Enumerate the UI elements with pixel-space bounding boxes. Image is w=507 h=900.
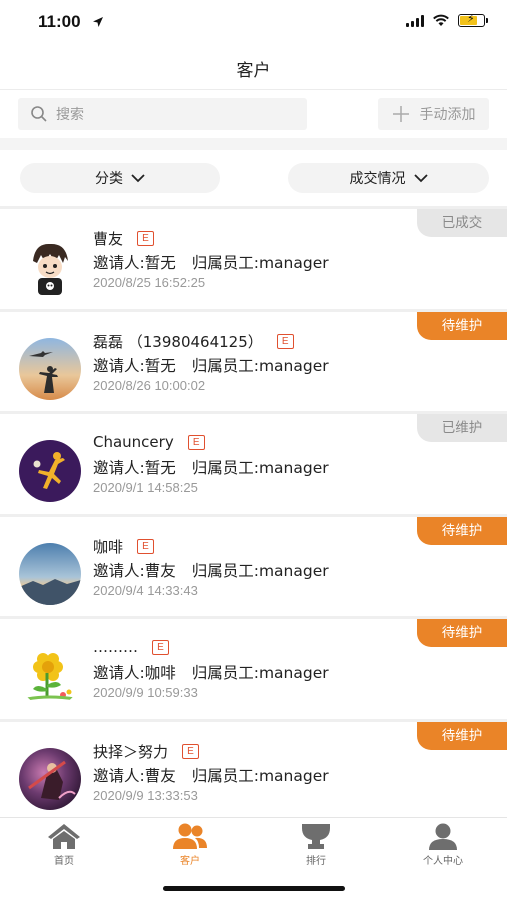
customer-time: 2020/9/9 10:59:33 <box>93 685 198 700</box>
location-arrow-icon <box>93 17 103 27</box>
customer-row[interactable]: Chauncery E 邀请人:暂无 归属员工:manager 2020/9/1 … <box>0 411 507 514</box>
customer-info: 邀请人:暂无 归属员工:manager <box>93 456 329 478</box>
staff-text: 归属员工:manager <box>191 561 329 580</box>
customer-time: 2020/8/26 10:00:02 <box>93 377 206 393</box>
tab-profile[interactable]: 个人中心 <box>398 822 488 867</box>
deal-status-filter[interactable]: 成交情况 <box>288 163 489 193</box>
customer-info: 邀请人:曹友 归属员工:manager <box>93 559 329 581</box>
customer-row[interactable]: 咖啡 E 邀请人:曹友 归属员工:manager 2020/9/4 14:33:4… <box>0 513 507 616</box>
status-badge: 待维护 <box>417 311 507 340</box>
level-badge: E <box>137 538 155 554</box>
customer-name: 曹友 <box>93 230 124 248</box>
customer-name: 磊磊 （13980464125） <box>93 332 263 351</box>
status-badge: 已成交 <box>417 209 507 237</box>
staff-text: 归属员工:manager <box>191 356 329 375</box>
customer-name-line: ……… E <box>93 638 169 656</box>
customer-row[interactable]: ……… E 邀请人:咖啡 归属员工:manager 2020/9/9 10:59:… <box>0 616 507 719</box>
customer-name-line: 磊磊 （13980464125） E <box>93 331 294 352</box>
inviter-text: 邀请人:暂无 <box>93 459 176 477</box>
inviter-text: 邀请人:暂无 <box>93 254 176 272</box>
profile-icon <box>429 823 457 850</box>
customer-row[interactable]: 抉择＞努力 E 邀请人:曹友 归属员工:manager 2020/9/9 13:3… <box>0 718 507 821</box>
customer-info: 邀请人:暂无 归属员工:manager <box>93 251 329 273</box>
staff-text: 归属员工:manager <box>191 766 329 785</box>
chevron-down-icon <box>131 173 145 182</box>
status-badge: 待维护 <box>417 721 507 750</box>
level-badge: E <box>187 434 205 450</box>
customer-name-line: Chauncery E <box>93 433 205 451</box>
customer-time: 2020/9/1 14:58:25 <box>93 480 198 495</box>
staff-text: 归属员工:manager <box>191 664 329 682</box>
customers-icon <box>173 823 207 849</box>
avatar <box>19 542 81 605</box>
battery-icon: ⚡ <box>458 12 488 27</box>
level-badge: E <box>152 639 169 655</box>
customer-time: 2020/8/25 16:52:25 <box>93 275 206 290</box>
inviter-text: 邀请人:曹友 <box>93 766 176 785</box>
level-badge: E <box>276 333 294 349</box>
customer-time: 2020/9/4 14:33:43 <box>93 582 198 598</box>
staff-text: 归属员工:manager <box>191 254 329 272</box>
category-filter-label: 分类 <box>95 171 123 187</box>
ranking-icon <box>302 824 330 849</box>
category-filter[interactable]: 分类 <box>20 163 220 193</box>
plus-icon <box>392 106 409 122</box>
customer-name: Chauncery <box>93 433 174 451</box>
tab-ranking-label: 排行 <box>306 856 326 867</box>
avatar <box>19 645 81 707</box>
tab-home[interactable]: 首页 <box>19 822 109 867</box>
deal-status-filter-label: 成交情况 <box>349 171 406 187</box>
manual-add-button[interactable]: 手动添加 <box>378 98 489 130</box>
customer-name-line: 曹友 E <box>93 228 155 249</box>
customer-info: 邀请人:曹友 归属员工:manager <box>93 764 329 786</box>
avatar <box>19 235 81 297</box>
search-row: 搜索 手动添加 <box>0 90 507 138</box>
status-badge: 待维护 <box>417 516 507 545</box>
search-input[interactable]: 搜索 <box>18 98 307 130</box>
tab-home-label: 首页 <box>54 856 74 867</box>
search-placeholder: 搜索 <box>56 107 84 123</box>
tab-customers[interactable]: 客户 <box>145 822 235 867</box>
avatar <box>19 337 81 400</box>
page-title: 客户 <box>236 61 271 81</box>
customer-name-line: 咖啡 E <box>93 536 155 557</box>
level-badge: E <box>137 231 155 246</box>
inviter-text: 邀请人:咖啡 <box>93 664 176 682</box>
tab-customers-label: 客户 <box>180 856 200 867</box>
customer-name-line: 抉择＞努力 E <box>93 741 200 762</box>
home-icon <box>48 824 80 849</box>
customer-info: 邀请人:暂无 归属员工:manager <box>93 354 329 376</box>
chevron-down-icon <box>413 173 428 182</box>
customer-name: ……… <box>93 638 138 656</box>
customer-list: 曹友 E 邀请人:暂无 归属员工:manager 2020/8/25 16:52:… <box>0 206 507 821</box>
manual-add-label: 手动添加 <box>419 107 476 123</box>
customer-time: 2020/9/9 13:33:53 <box>93 787 198 803</box>
customer-info: 邀请人:咖啡 归属员工:manager <box>93 661 329 683</box>
customer-name: 抉择＞努力 <box>93 742 169 761</box>
status-time: 11:00 <box>38 12 81 31</box>
section-divider <box>0 138 507 150</box>
status-indicators: ⚡ <box>406 12 488 27</box>
inviter-text: 邀请人:曹友 <box>93 561 176 580</box>
avatar <box>19 440 81 502</box>
avatar <box>19 747 81 810</box>
nav-bar: 客户 <box>0 44 507 90</box>
status-badge: 待维护 <box>417 619 507 647</box>
customer-row[interactable]: 曹友 E 邀请人:暂无 归属员工:manager 2020/8/25 16:52:… <box>0 206 507 309</box>
customer-name: 咖啡 <box>93 537 124 556</box>
home-indicator <box>163 886 345 891</box>
search-icon <box>31 106 47 122</box>
status-bar: 11:00 ⚡ <box>0 0 507 44</box>
customer-row[interactable]: 磊磊 （13980464125） E 邀请人:暂无 归属员工:manager 20… <box>0 308 507 411</box>
status-badge: 已维护 <box>417 414 507 442</box>
tab-ranking[interactable]: 排行 <box>271 822 361 867</box>
staff-text: 归属员工:manager <box>191 459 329 477</box>
wifi-icon <box>433 14 449 26</box>
level-badge: E <box>182 743 200 759</box>
inviter-text: 邀请人:暂无 <box>93 356 176 375</box>
tab-profile-label: 个人中心 <box>423 856 463 867</box>
cellular-signal-icon <box>406 14 424 27</box>
filter-row: 分类 成交情况 <box>0 150 507 206</box>
